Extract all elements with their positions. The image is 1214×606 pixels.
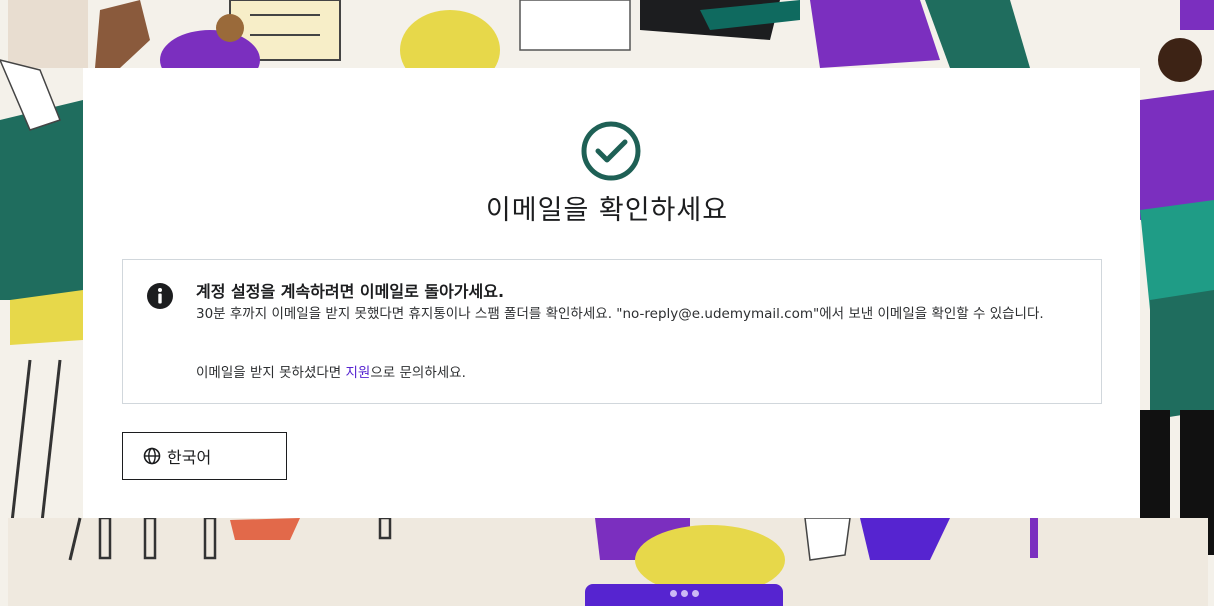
language-label: 한국어 (167, 448, 212, 467)
carousel-dot (681, 590, 688, 597)
contact-suffix: 으로 문의하세요. (370, 365, 466, 381)
language-button[interactable]: 한국어 (122, 432, 287, 480)
carousel-indicator[interactable] (585, 584, 783, 606)
carousel-dot (692, 590, 699, 597)
alert-body: 30분 후까지 이메일을 받지 못했다면 휴지통이나 스팸 폴더를 확인하세요.… (196, 306, 1044, 322)
info-circle-icon (147, 283, 173, 309)
check-circle-icon (581, 121, 641, 181)
page-title: 이메일을 확인하세요 (485, 195, 729, 226)
globe-icon (143, 447, 161, 465)
alert-heading: 계정 설정을 계속하려면 이메일로 돌아가세요. (196, 282, 505, 301)
contact-prefix: 이메일을 받지 못하셨다면 (196, 365, 346, 381)
carousel-dot (670, 590, 677, 597)
support-link[interactable]: 지원 (346, 365, 371, 381)
alert-contact-text: 이메일을 받지 못하셨다면 지원으로 문의하세요. (196, 361, 466, 381)
